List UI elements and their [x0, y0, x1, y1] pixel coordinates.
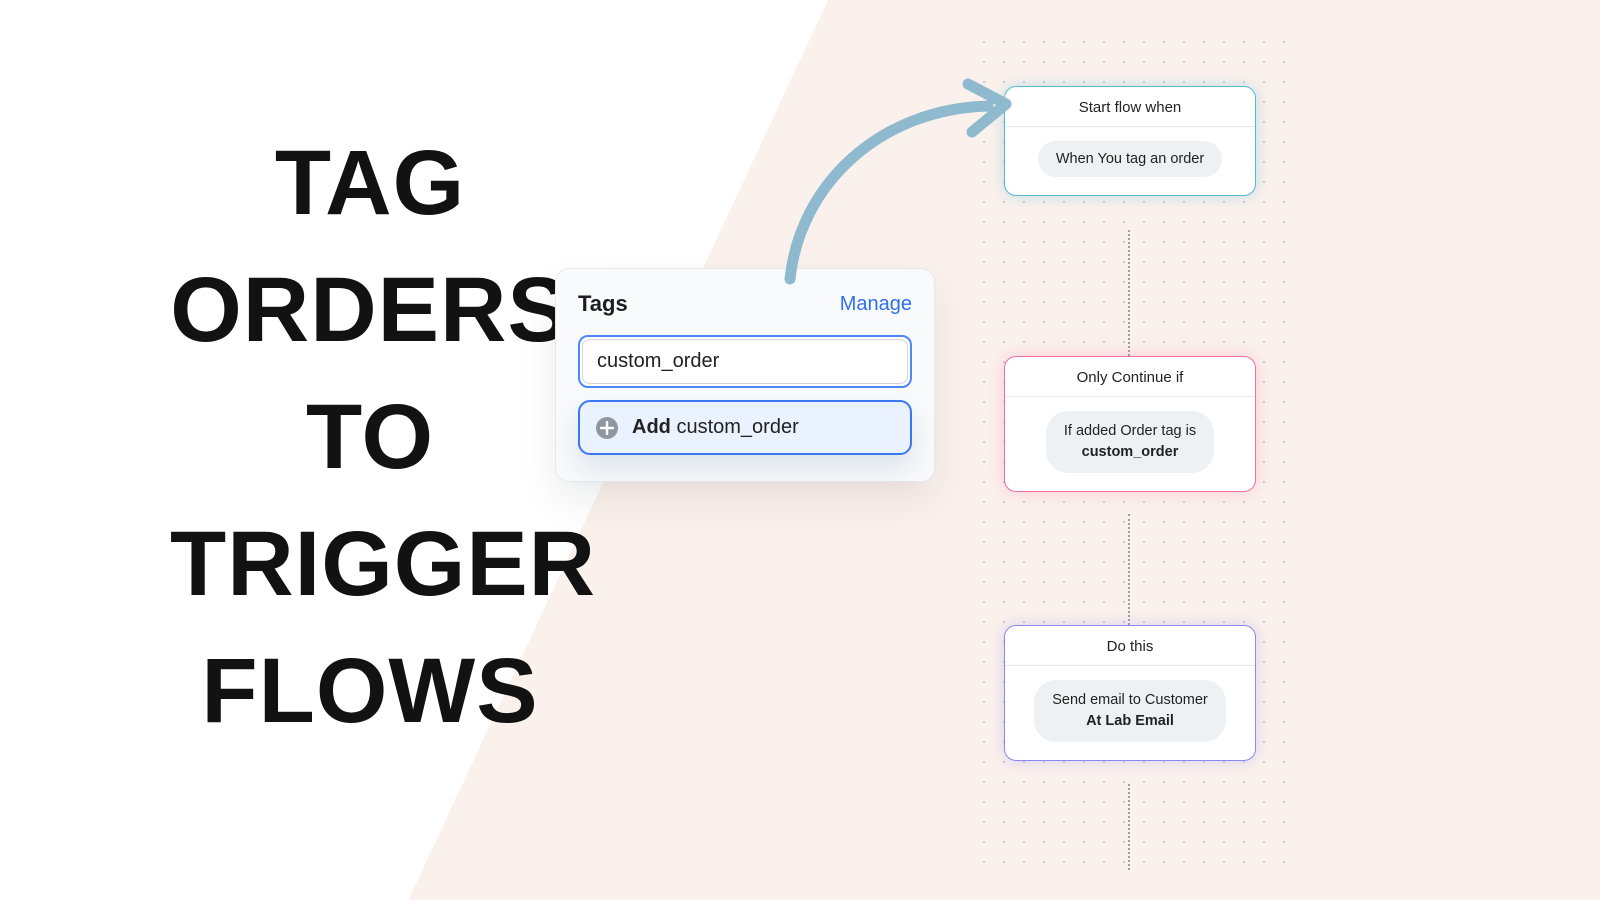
headline-line-4: TRIGGER — [170, 501, 570, 628]
flow-card-condition[interactable]: Only Continue if If added Order tag is c… — [1004, 356, 1256, 492]
tags-panel-header: Tags Manage — [578, 291, 912, 317]
action-chip: Send email to Customer At Lab Email — [1034, 680, 1226, 742]
flow-card-trigger-body: When You tag an order — [1005, 127, 1255, 195]
flow-card-condition-body: If added Order tag is custom_order — [1005, 397, 1255, 491]
curved-arrow-icon — [770, 64, 1030, 294]
action-line2: At Lab Email — [1086, 713, 1174, 729]
add-tag-suggestion[interactable]: Add custom_order — [578, 400, 912, 455]
tags-panel-title: Tags — [578, 291, 628, 317]
flow-card-trigger[interactable]: Start flow when When You tag an order — [1004, 86, 1256, 196]
add-value: custom_order — [676, 416, 798, 438]
flow-card-action-body: Send email to Customer At Lab Email — [1005, 666, 1255, 760]
condition-line1: If added Order tag is — [1064, 423, 1196, 439]
add-prefix: Add — [632, 416, 671, 438]
flow-card-action-header: Do this — [1005, 626, 1255, 666]
flow-card-action[interactable]: Do this Send email to Customer At Lab Em… — [1004, 625, 1256, 761]
trigger-chip: When You tag an order — [1038, 141, 1222, 177]
flow-connector-3 — [1128, 784, 1130, 870]
manage-link[interactable]: Manage — [840, 293, 912, 316]
headline: TAG ORDERS TO TRIGGER FLOWS — [170, 120, 570, 755]
headline-line-5: FLOWS — [170, 628, 570, 755]
flow-card-trigger-header: Start flow when — [1005, 87, 1255, 127]
headline-line-3: TO — [170, 374, 570, 501]
tag-input-wrapper — [578, 335, 912, 388]
headline-line-2: ORDERS — [170, 247, 570, 374]
add-tag-text: Add custom_order — [632, 416, 799, 439]
headline-line-1: TAG — [170, 120, 570, 247]
action-line1: Send email to Customer — [1052, 692, 1208, 708]
flow-card-condition-header: Only Continue if — [1005, 357, 1255, 397]
tag-input[interactable] — [582, 339, 908, 384]
flow-connector-2 — [1128, 514, 1130, 625]
tags-panel: Tags Manage Add custom_order — [555, 268, 935, 482]
condition-line2: custom_order — [1082, 444, 1179, 460]
plus-circle-icon — [596, 417, 618, 439]
condition-chip: If added Order tag is custom_order — [1046, 411, 1214, 473]
flow-connector-1 — [1128, 230, 1130, 356]
